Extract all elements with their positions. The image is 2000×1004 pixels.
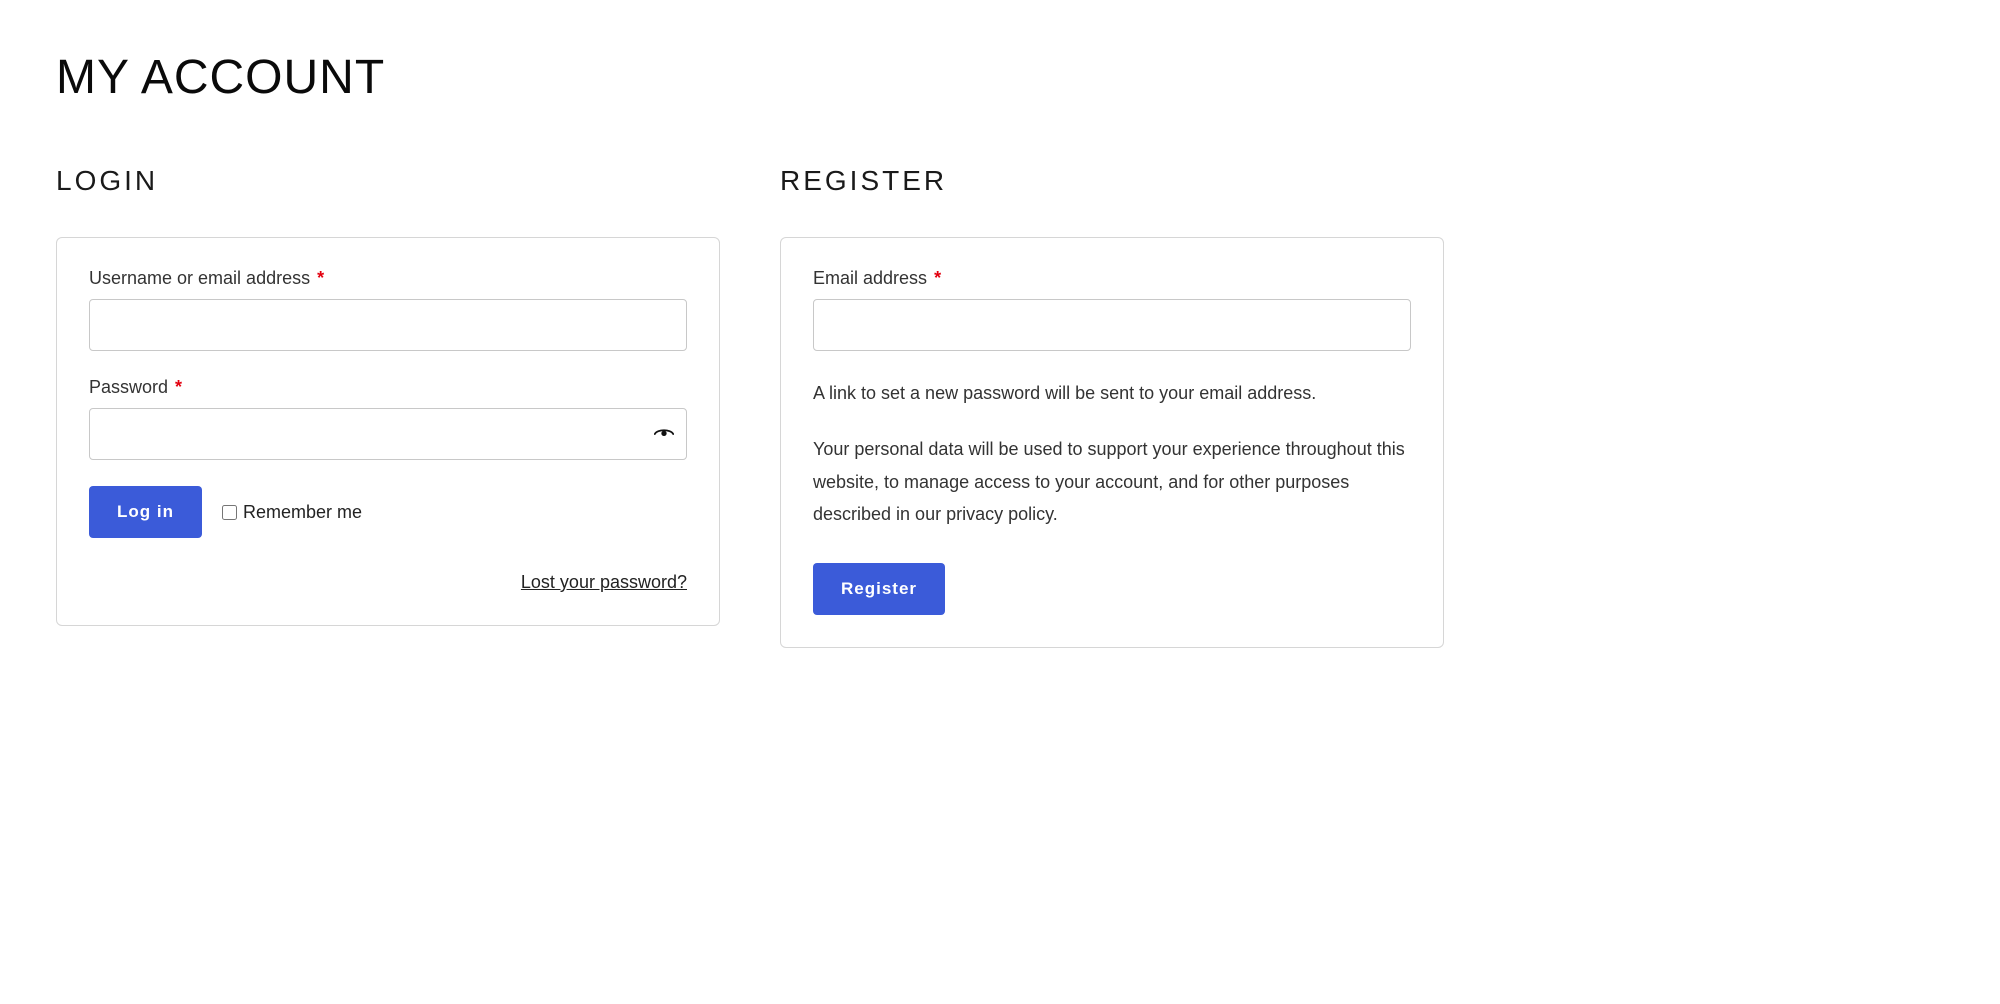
login-panel: Username or email address * Password * [56, 237, 720, 626]
username-label-text: Username or email address [89, 268, 310, 288]
register-email-row: Email address * [813, 268, 1411, 351]
password-label-text: Password [89, 377, 168, 397]
username-label: Username or email address * [89, 268, 687, 289]
register-button-row: Register [813, 563, 1411, 615]
register-info-2: Your personal data will be used to suppo… [813, 433, 1411, 530]
register-heading: REGISTER [780, 165, 1444, 197]
register-email-label: Email address * [813, 268, 1411, 289]
register-info-1: A link to set a new password will be sen… [813, 377, 1411, 409]
remember-me-label[interactable]: Remember me [222, 502, 362, 523]
register-email-input[interactable] [813, 299, 1411, 351]
username-input[interactable] [89, 299, 687, 351]
register-button[interactable]: Register [813, 563, 945, 615]
register-email-label-text: Email address [813, 268, 927, 288]
login-actions: Log in Remember me [89, 486, 687, 538]
register-panel: Email address * A link to set a new pass… [780, 237, 1444, 648]
account-page: MY ACCOUNT LOGIN Username or email addre… [0, 0, 1500, 698]
register-column: REGISTER Email address * A link to set a… [780, 165, 1444, 648]
login-heading: LOGIN [56, 165, 720, 197]
required-mark: * [934, 268, 941, 288]
lost-password-link[interactable]: Lost your password? [521, 572, 687, 592]
password-row: Password * [89, 377, 687, 460]
login-button[interactable]: Log in [89, 486, 202, 538]
password-input[interactable] [89, 408, 687, 460]
columns: LOGIN Username or email address * Passwo… [56, 165, 1444, 648]
required-mark: * [317, 268, 324, 288]
remember-me-checkbox[interactable] [222, 505, 237, 520]
required-mark: * [175, 377, 182, 397]
lost-password-row: Lost your password? [89, 572, 687, 593]
eye-icon[interactable] [653, 427, 675, 441]
login-column: LOGIN Username or email address * Passwo… [56, 165, 720, 648]
username-row: Username or email address * [89, 268, 687, 351]
password-label: Password * [89, 377, 687, 398]
remember-me-text: Remember me [243, 502, 362, 523]
password-wrap [89, 408, 687, 460]
page-title: MY ACCOUNT [56, 50, 1444, 105]
